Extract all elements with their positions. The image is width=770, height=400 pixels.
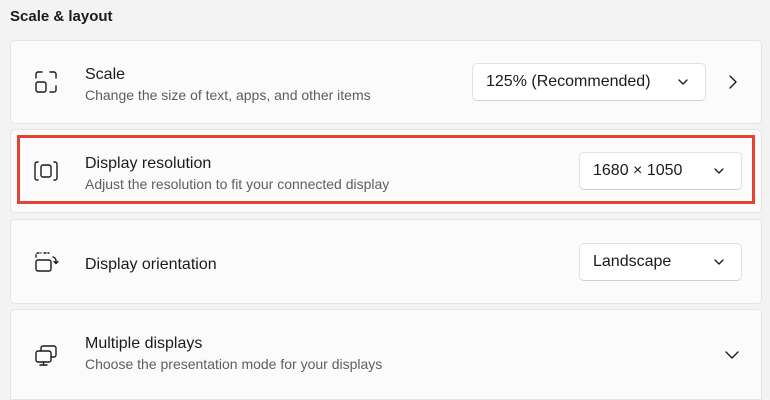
display-resolution-card: Display resolution Adjust the resolution… (10, 129, 762, 213)
resolution-title: Display resolution (85, 155, 212, 172)
scale-subtitle: Change the size of text, apps, and other… (85, 87, 371, 103)
orientation-icon (33, 249, 59, 275)
section-title: Scale & layout (10, 8, 113, 25)
chevron-down-icon (714, 168, 724, 174)
multiple-displays-icon (33, 342, 59, 368)
orientation-dropdown[interactable]: Landscape (579, 242, 742, 281)
resolution-subtitle: Adjust the resolution to fit your connec… (85, 176, 390, 192)
multiple-displays-subtitle: Choose the presentation mode for your di… (85, 356, 383, 372)
display-orientation-card: Display orientation Landscape (10, 219, 762, 304)
scale-title: Scale (85, 66, 126, 83)
multiple-displays-card[interactable]: Multiple displays Choose the presentatio… (10, 309, 762, 400)
chevron-down-icon (714, 258, 724, 265)
scale-dropdown-value: 125% (Recommended) (486, 73, 651, 90)
chevron-down-icon[interactable] (724, 349, 740, 361)
multiple-displays-title: Multiple displays (85, 335, 203, 352)
scale-card[interactable]: Scale Change the size of text, apps, and… (10, 40, 762, 124)
resolution-dropdown-value: 1680 × 1050 (593, 162, 683, 179)
orientation-dropdown-value: Landscape (593, 252, 672, 270)
resolution-icon (33, 158, 59, 184)
scale-dropdown[interactable]: 125% (Recommended) (472, 63, 706, 101)
scale-icon (33, 69, 59, 95)
chevron-right-icon[interactable] (726, 74, 740, 90)
resolution-dropdown[interactable]: 1680 × 1050 (579, 152, 742, 190)
chevron-down-icon (678, 79, 688, 85)
orientation-title: Display orientation (85, 256, 217, 273)
